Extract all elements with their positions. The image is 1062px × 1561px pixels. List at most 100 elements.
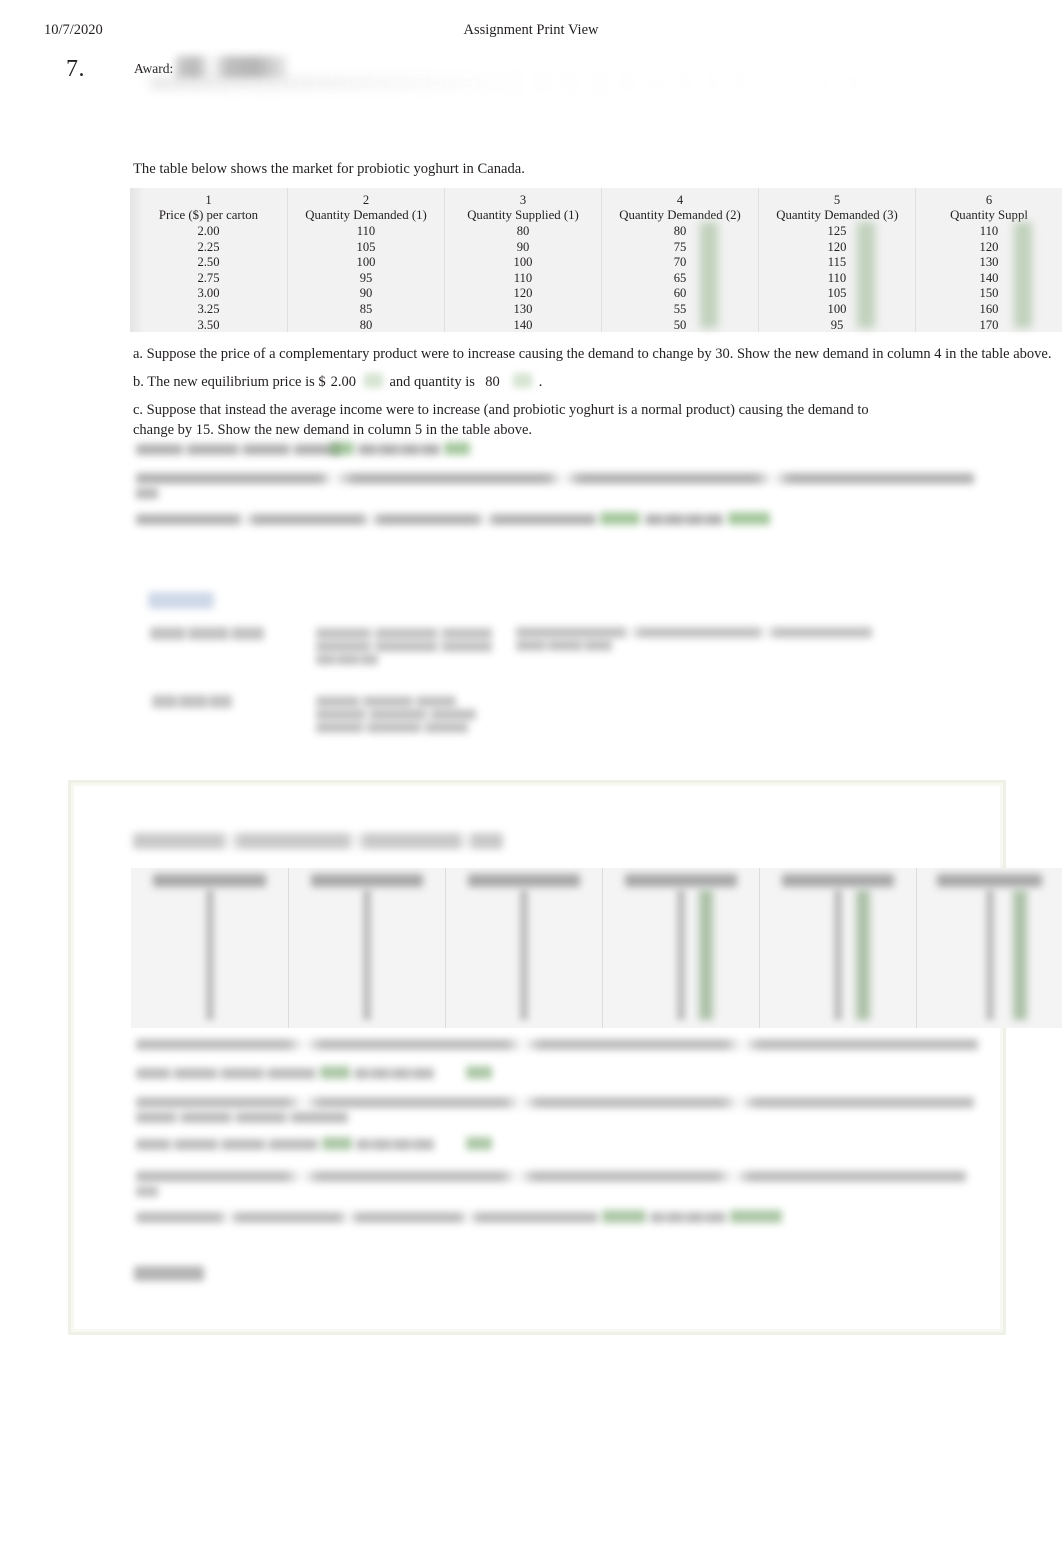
table-cell: 110	[356, 224, 376, 238]
table-cell: 3.50	[197, 317, 220, 332]
table-cell: 2.25	[197, 239, 220, 254]
column-number: 5	[833, 193, 841, 207]
table-column-4: 4 Quantity Demanded (2) 80 75 70 65 60 5…	[601, 188, 758, 332]
column-header: Quantity Demanded (2)	[619, 208, 741, 222]
column-header: Quantity Demanded (1)	[305, 208, 427, 222]
table-cell: 3.25	[197, 301, 220, 316]
table-cell: 150	[979, 286, 999, 301]
table-cell: 170	[979, 317, 999, 332]
page-title: Assignment Print View	[463, 22, 599, 38]
explanation-tab[interactable]	[148, 592, 214, 609]
table-cell: 85	[359, 301, 373, 316]
column-number: 6	[985, 193, 993, 207]
award-label: Award:	[134, 61, 174, 76]
table-cell: 2.50	[197, 255, 220, 270]
explanation-cell-3a	[316, 696, 456, 707]
solution-part-c-redacted-2	[136, 1112, 348, 1123]
explanation-row-label-2	[152, 695, 232, 708]
solution-answer-column-6	[1013, 890, 1027, 1020]
table-cell: 65	[673, 270, 687, 285]
solution-column-header	[467, 874, 581, 887]
table-cell: 125	[827, 224, 847, 238]
table-column-3: 3 Quantity Supplied (1) 80 90 100 110 12…	[444, 188, 601, 332]
equilibrium-price-field[interactable]	[363, 373, 383, 388]
solution-part-f-redacted-2	[650, 1212, 726, 1223]
part-f-redacted-text-2	[645, 514, 723, 525]
table-cell: 110	[979, 224, 999, 238]
column-number: 2	[362, 193, 370, 207]
table-cell: 2.75	[197, 270, 220, 285]
table-cell: 105	[356, 239, 376, 254]
table-cell: 95	[359, 270, 373, 285]
table-cell: 105	[827, 286, 847, 301]
solution-part-e-redacted-1	[136, 1171, 966, 1182]
solution-column-values	[834, 890, 842, 1020]
solution-part-d-field-1	[322, 1137, 352, 1150]
table-cell: 110	[513, 270, 533, 285]
solution-part-b-redacted-2	[354, 1068, 434, 1079]
table-cell: 75	[673, 239, 687, 254]
table-cell: 60	[673, 286, 687, 301]
answer-input-column-6[interactable]	[1014, 222, 1032, 328]
solution-part-a-redacted	[136, 1039, 978, 1050]
column-cells: 2.00 2.25 2.50 2.75 3.00 3.25 3.50	[130, 224, 287, 333]
part-a-text: a. Suppose the price of a complementary …	[133, 346, 1052, 362]
solution-column-header	[781, 874, 895, 887]
table-cell: 140	[979, 270, 999, 285]
solution-part-f-redacted	[136, 1212, 598, 1223]
table-cell: 3.00	[197, 286, 220, 301]
part-b-prefix: b. The new equilibrium price is $	[133, 374, 326, 390]
part-f-redacted-text	[136, 514, 596, 525]
market-table: 1 Price ($) per carton 2.00 2.25 2.50 2.…	[130, 188, 1062, 332]
part-d-field-1[interactable]	[330, 442, 354, 455]
table-cell: 130	[979, 255, 999, 270]
answer-input-column-4[interactable]	[700, 222, 718, 328]
part-f-field-2[interactable]	[728, 512, 770, 525]
solution-table-column-2	[288, 868, 445, 1028]
table-cell: 80	[673, 224, 687, 238]
explanation-cell-3b	[316, 709, 476, 720]
part-d-field-2[interactable]	[444, 442, 470, 455]
equilibrium-quantity-field[interactable]	[513, 373, 533, 388]
question-number: 7.	[66, 56, 85, 82]
table-column-6: 6 Quantity Suppl 110 120 130 140 150 160…	[915, 188, 1062, 332]
part-c-text: c. Suppose that instead the average inco…	[133, 402, 869, 438]
table-cell: 50	[673, 317, 687, 332]
table-cell: 80	[516, 224, 530, 238]
answer-input-column-5[interactable]	[857, 222, 875, 328]
column-cells: 80 75 70 65 60 55 50	[602, 224, 758, 333]
solution-column-header	[624, 874, 738, 887]
table-cell: 110	[827, 270, 847, 285]
solution-part-e-redacted-2	[136, 1186, 158, 1197]
table-cell: 120	[513, 286, 533, 301]
solution-box	[68, 780, 1006, 1335]
award-value-redacted	[176, 56, 290, 78]
solution-part-f-field-2	[730, 1210, 782, 1223]
solution-column-header	[937, 874, 1042, 887]
award-underline-redacted	[150, 76, 1062, 90]
table-cell: 120	[827, 239, 847, 254]
solution-intro-redacted	[133, 833, 503, 849]
running-header: 10/7/2020 Assignment Print View	[0, 22, 1062, 42]
column-number: 1	[205, 193, 212, 207]
part-e-redacted-line-2	[136, 488, 158, 499]
column-cells: 110 120 130 140 150 160 170	[916, 224, 1062, 333]
solution-table-column-6	[916, 868, 1062, 1028]
equilibrium-price-value: 2.00	[330, 374, 356, 390]
table-cell: 100	[827, 301, 847, 316]
table-cell: 140	[513, 317, 533, 332]
solution-answer-column-5	[856, 890, 870, 1020]
solution-part-f-field-1	[602, 1210, 646, 1223]
column-header: Quantity Supplied (1)	[467, 208, 579, 222]
explanation-cell-1a	[316, 628, 492, 639]
part-f-field-1[interactable]	[600, 512, 640, 525]
solution-column-values	[205, 890, 214, 1020]
table-column-2: 2 Quantity Demanded (1) 110 105 100 95 9…	[287, 188, 444, 332]
equilibrium-quantity-value: 80	[485, 374, 500, 390]
table-column-1: 1 Price ($) per carton 2.00 2.25 2.50 2.…	[130, 188, 287, 332]
part-d-redacted-text-2	[358, 444, 440, 455]
column-cells: 110 105 100 95 90 85 80	[288, 224, 444, 333]
solution-table-column-1	[131, 868, 288, 1028]
part-b-suffix: .	[538, 374, 543, 390]
solution-table-redacted	[131, 868, 1062, 1028]
